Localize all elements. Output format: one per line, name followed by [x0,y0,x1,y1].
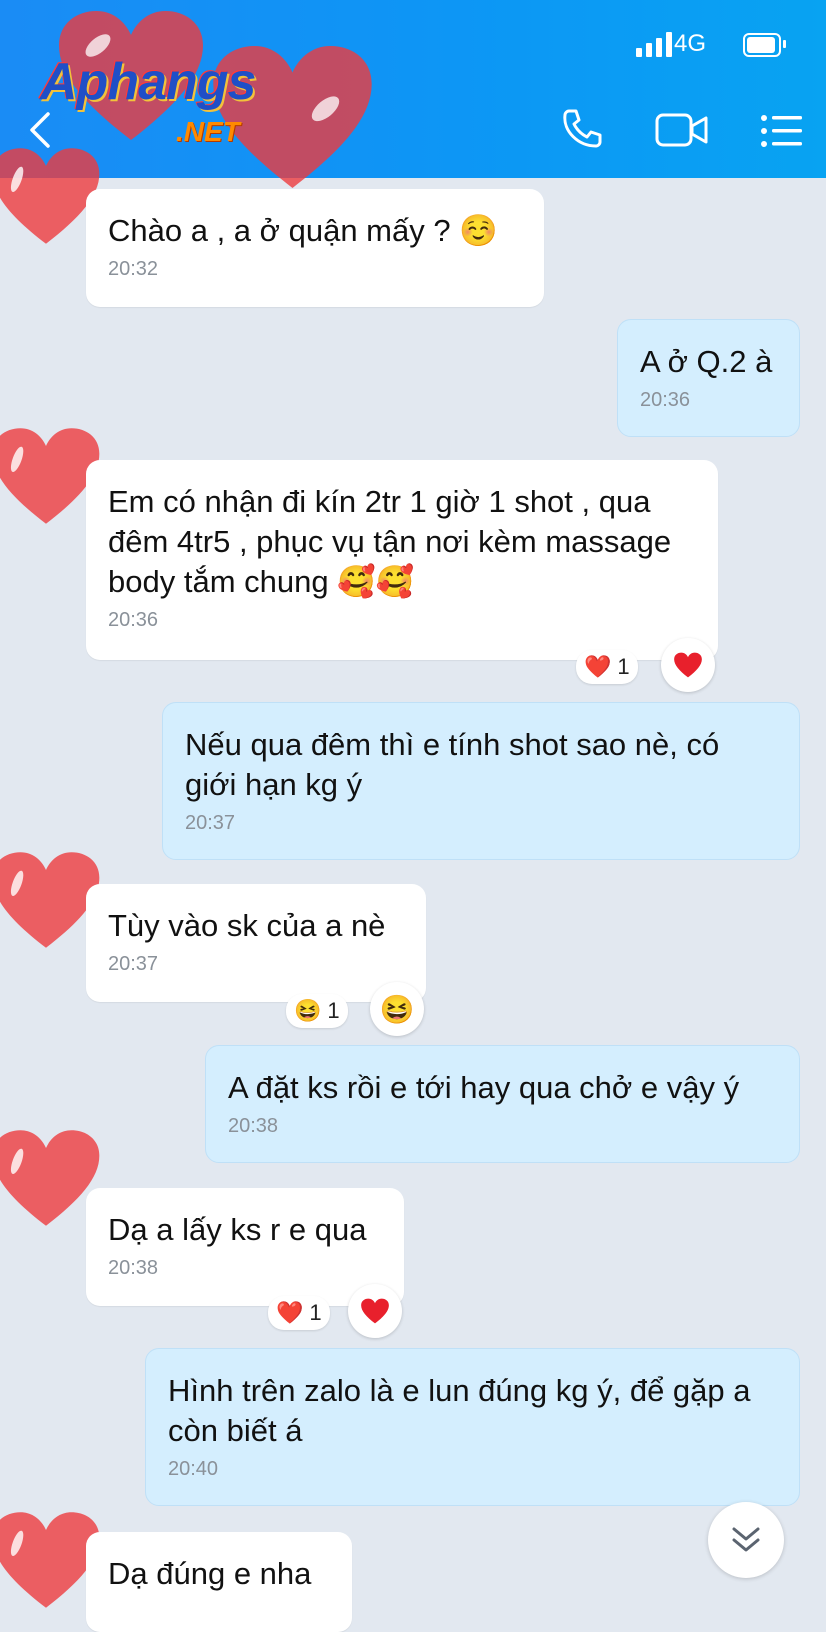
message-time: 20:37 [108,953,159,975]
video-call-icon[interactable] [655,112,709,148]
message-time: 20:36 [640,389,691,411]
message-text: A ở Q.2 à [640,344,773,379]
message-text: Dạ đúng e nha [108,1556,312,1591]
message-bubble-incoming[interactable]: Em có nhận đi kín 2tr 1 giờ 1 shot , qua… [86,460,718,660]
reaction-summary[interactable]: ❤️ 1 [576,650,638,684]
message-text: Chào a , a ở quận mấy ? ☺️ [108,213,498,248]
message-text: Tùy vào sk của a nè [108,908,386,943]
message-text: Nếu qua đêm thì e tính shot sao nè, có g… [185,727,720,802]
message-text: Hình trên zalo là e lun đúng kg ý, để gặ… [168,1373,751,1448]
heart-reaction-icon: ❤️ [276,1300,304,1325]
message-time: 20:40 [168,1458,219,1480]
back-icon[interactable] [28,110,52,150]
menu-icon[interactable] [760,114,802,148]
phone-icon[interactable] [560,107,602,149]
message-time: 20:38 [108,1257,159,1279]
network-label: 4G [673,30,706,57]
message-bubble-outgoing[interactable]: Nếu qua đêm thì e tính shot sao nè, có g… [162,702,800,860]
logo-text: Aphangs [40,53,256,111]
heart-reaction-icon [361,1298,389,1324]
signal-icon [636,31,676,57]
message-bubble-incoming[interactable]: Dạ đúng e nha [86,1532,352,1632]
battery-icon [743,33,781,57]
laugh-reaction-icon: 😆 [379,993,415,1025]
message-bubble-outgoing[interactable]: Hình trên zalo là e lun đúng kg ý, để gặ… [145,1348,800,1506]
heart-reaction-icon: ❤️ [584,654,612,679]
message-text: A đặt ks rồi e tới hay qua chở e vậy ý [228,1070,740,1105]
message-bubble-incoming[interactable]: Dạ a lấy ks r e qua 20:38 [86,1188,404,1306]
message-bubble-incoming[interactable]: Tùy vào sk của a nè 20:37 [86,884,426,1002]
react-button[interactable] [661,638,715,692]
message-time: 20:38 [228,1115,279,1137]
heart-reaction-icon [674,652,702,678]
message-time: 20:32 [108,258,159,280]
reaction-count: 1 [309,1300,322,1325]
message-time: 20:36 [108,609,159,631]
message-text: Dạ a lấy ks r e qua [108,1212,367,1247]
laugh-reaction-icon: 😆 [294,998,322,1023]
logo-subtext: .NET [176,116,240,147]
react-button[interactable] [348,1284,402,1338]
message-time: 20:37 [185,812,236,834]
message-text: Em có nhận đi kín 2tr 1 giờ 1 shot , qua… [108,484,672,599]
message-bubble-outgoing[interactable]: A đặt ks rồi e tới hay qua chở e vậy ý 2… [205,1045,800,1163]
message-bubble-incoming[interactable]: Chào a , a ở quận mấy ? ☺️ 20:32 [86,189,544,307]
reaction-count: 1 [327,998,340,1023]
react-button[interactable]: 😆 [370,982,424,1036]
message-bubble-outgoing[interactable]: A ở Q.2 à 20:36 [617,319,800,437]
reaction-count: 1 [617,654,630,679]
reaction-summary[interactable]: 😆 1 [286,994,348,1028]
reaction-summary[interactable]: ❤️ 1 [268,1296,330,1330]
double-chevron-down-icon [732,1527,760,1552]
scroll-to-bottom-button[interactable] [708,1502,784,1578]
